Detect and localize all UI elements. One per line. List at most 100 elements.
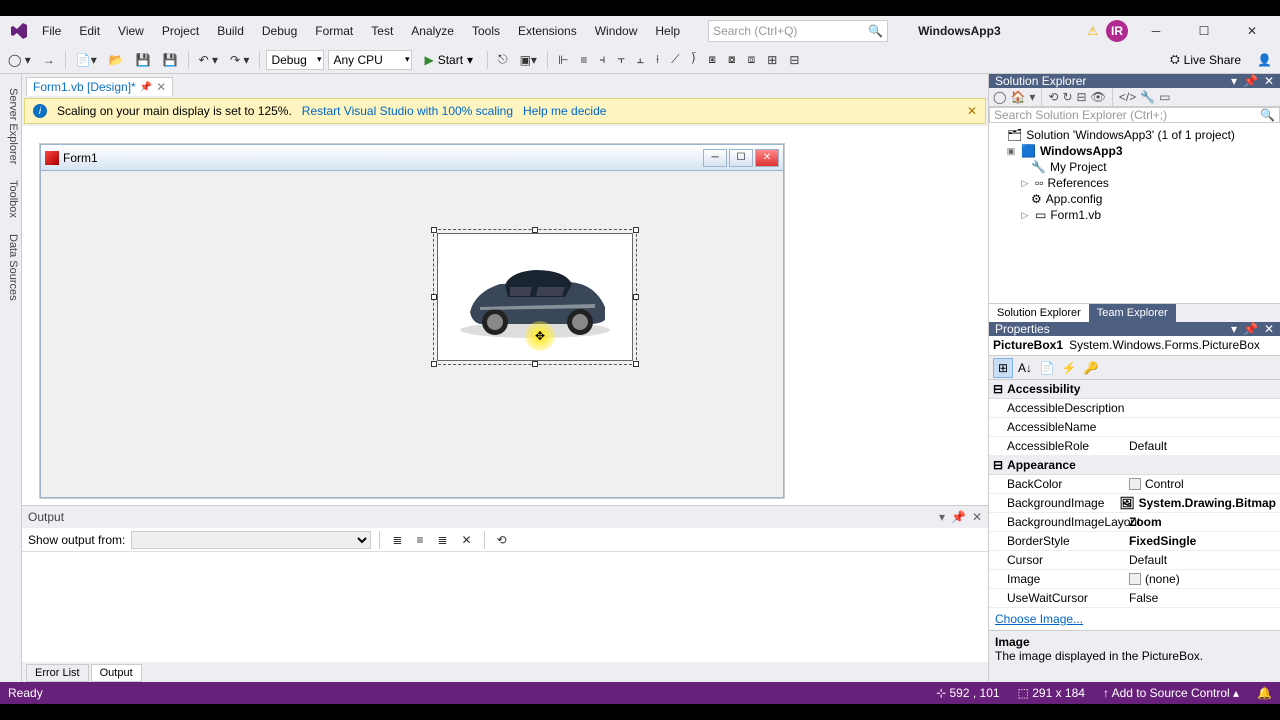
menu-window[interactable]: Window (587, 20, 646, 42)
maximize-button[interactable]: ☐ (1184, 17, 1224, 45)
prop-accessiblerole[interactable]: AccessibleRoleDefault (989, 437, 1280, 456)
properties-button[interactable]: 📄 (1037, 358, 1057, 378)
liveshare-button[interactable]: ⛭ Live Share (1162, 52, 1249, 67)
forward-button[interactable]: → (39, 51, 59, 69)
menu-test[interactable]: Test (363, 20, 401, 42)
save-button[interactable]: 💾 (132, 51, 155, 69)
solution-node[interactable]: 🗂Solution 'WindowsApp3' (1 of 1 project) (991, 127, 1278, 143)
undo-button[interactable]: ↶ ▾ (195, 51, 222, 69)
menu-build[interactable]: Build (209, 20, 252, 42)
align-8[interactable]: ⟌ (687, 50, 700, 69)
form-maximize-button[interactable]: ☐ (729, 149, 753, 167)
align-2[interactable]: ≡ (576, 51, 591, 69)
align-3[interactable]: ⫞ (595, 50, 609, 69)
error-list-tab[interactable]: Error List (26, 664, 89, 682)
form1-node[interactable]: ▷▭Form1.vb (991, 207, 1278, 223)
menu-debug[interactable]: Debug (254, 20, 305, 42)
output-dropdown-icon[interactable]: ▾ (939, 510, 945, 524)
solution-explorer-tab[interactable]: Solution Explorer (989, 304, 1089, 322)
help-decide-link[interactable]: Help me decide (523, 104, 606, 118)
prop-close-icon[interactable]: ✕ (1264, 322, 1274, 336)
prop-backcolor[interactable]: BackColorControl (989, 475, 1280, 494)
output-tool-1[interactable]: ≣ (388, 531, 406, 549)
quick-search[interactable]: Search (Ctrl+Q)🔍 (708, 20, 888, 42)
align-5[interactable]: ⫠ (633, 50, 648, 69)
source-control-button[interactable]: ↑ Add to Source Control ▴ (1103, 686, 1239, 700)
form1-body[interactable]: ✥ (41, 171, 783, 497)
references-node[interactable]: ▷▫▫References (991, 175, 1278, 191)
prop-borderstyle[interactable]: BorderStyleFixedSingle (989, 532, 1280, 551)
restart-link[interactable]: Restart Visual Studio with 100% scaling (302, 104, 513, 118)
project-node[interactable]: ▣🟦WindowsApp3 (991, 143, 1278, 159)
events-button[interactable]: ⚡ (1059, 358, 1079, 378)
category-accessibility[interactable]: ⊟Accessibility (989, 380, 1280, 399)
output-tab[interactable]: Output (91, 664, 142, 682)
account-icon[interactable]: 👤 (1253, 51, 1276, 69)
user-avatar[interactable]: IR (1106, 20, 1128, 42)
minimize-button[interactable]: ─ (1136, 17, 1176, 45)
se-home2-icon[interactable]: 🏠 (1010, 90, 1025, 104)
pin-icon[interactable]: 📌 (140, 82, 152, 93)
se-dropdown-icon[interactable]: ▾ (1231, 74, 1237, 88)
se-close-icon[interactable]: ✕ (1264, 74, 1274, 88)
solution-search[interactable]: Search Solution Explorer (Ctrl+;)🔍 (989, 107, 1280, 123)
se-home-icon[interactable]: ◯ (993, 90, 1006, 104)
categorized-button[interactable]: ⊞ (993, 358, 1013, 378)
se-sync-icon[interactable]: ⟲ (1048, 90, 1058, 104)
align-9[interactable]: ⧆ (704, 50, 720, 69)
prop-usewaitcursor[interactable]: UseWaitCursorFalse (989, 589, 1280, 608)
tool-btn-2[interactable]: ▣▾ (516, 51, 541, 69)
server-explorer-tab[interactable]: Server Explorer (0, 80, 21, 172)
design-surface[interactable]: Form1 ─ ☐ ✕ ✥ (22, 126, 988, 505)
open-button[interactable]: 📂 (105, 51, 128, 69)
output-pin-icon[interactable]: 📌 (951, 510, 966, 524)
redo-button[interactable]: ↷ ▾ (226, 51, 253, 69)
prop-accessiblename[interactable]: AccessibleName (989, 418, 1280, 437)
se-refresh-icon[interactable]: ↻ (1062, 90, 1072, 104)
tool-btn-1[interactable]: ⎋ (494, 50, 512, 69)
close-tab-icon[interactable]: ✕ (156, 80, 166, 94)
output-close-icon[interactable]: ✕ (972, 510, 982, 524)
align-6[interactable]: ⟊ (652, 50, 663, 69)
align-13[interactable]: ⊟ (785, 51, 803, 69)
alphabetical-button[interactable]: A↓ (1015, 358, 1035, 378)
menu-analyze[interactable]: Analyze (403, 20, 462, 42)
save-all-button[interactable]: 💾 (159, 51, 182, 69)
prop-accessibledescription[interactable]: AccessibleDescription (989, 399, 1280, 418)
se-wrench-icon[interactable]: 🔧 (1140, 90, 1155, 104)
align-4[interactable]: ⫟ (613, 50, 628, 69)
output-tool-3[interactable]: ≣ (433, 531, 451, 549)
prop-backgroundimagelayout[interactable]: BackgroundImageLayoutZoom (989, 513, 1280, 532)
prop-dropdown-icon[interactable]: ▾ (1231, 322, 1237, 336)
document-tab-form1[interactable]: Form1.vb [Design]*📌✕ (26, 77, 173, 96)
team-explorer-tab[interactable]: Team Explorer (1089, 304, 1176, 322)
prop-pin-icon[interactable]: 📌 (1243, 322, 1258, 336)
align-12[interactable]: ⊞ (763, 51, 781, 69)
form-close-button[interactable]: ✕ (755, 149, 779, 167)
form-minimize-button[interactable]: ─ (703, 149, 727, 167)
menu-edit[interactable]: Edit (71, 20, 108, 42)
platform-combo[interactable]: Any CPU (328, 50, 412, 70)
prop-cursor[interactable]: CursorDefault (989, 551, 1280, 570)
se-prop-icon[interactable]: ▭ (1159, 90, 1170, 104)
menu-view[interactable]: View (110, 20, 152, 42)
se-show-icon[interactable]: 👁 (1091, 90, 1106, 104)
align-7[interactable]: ⟋ (667, 50, 683, 69)
appconfig-node[interactable]: ⚙App.config (991, 191, 1278, 207)
se-collapse-icon[interactable]: ⊟ (1077, 90, 1087, 104)
align-1[interactable]: ⊩ (554, 51, 572, 69)
se-pin-icon[interactable]: 📌 (1243, 74, 1258, 88)
menu-tools[interactable]: Tools (464, 20, 508, 42)
menu-help[interactable]: Help (647, 20, 688, 42)
menu-project[interactable]: Project (154, 20, 207, 42)
output-tool-4[interactable]: ✕ (458, 531, 476, 549)
config-combo[interactable]: Debug (266, 50, 324, 70)
new-project-button[interactable]: 📄▾ (72, 51, 101, 69)
output-tool-5[interactable]: ⟲ (493, 531, 511, 549)
property-object[interactable]: PictureBox1 System.Windows.Forms.Picture… (989, 336, 1280, 356)
data-sources-tab[interactable]: Data Sources (0, 226, 21, 309)
close-infobar-icon[interactable]: ✕ (967, 104, 977, 118)
menu-format[interactable]: Format (307, 20, 361, 42)
se-code-icon[interactable]: </> (1119, 90, 1136, 104)
choose-image-link[interactable]: Choose Image... (995, 612, 1083, 626)
